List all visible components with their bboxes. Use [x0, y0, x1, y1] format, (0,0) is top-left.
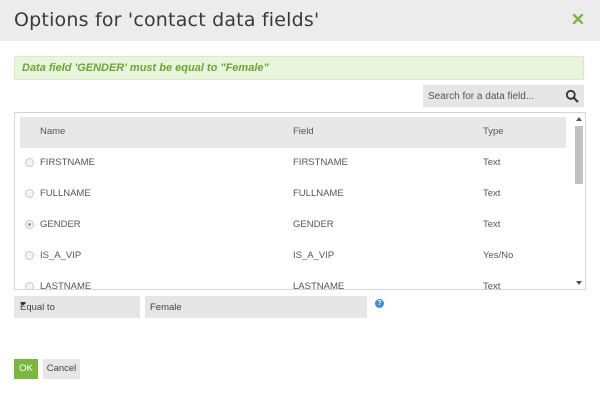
row-radio[interactable] — [25, 158, 34, 167]
search-icon[interactable] — [565, 89, 579, 103]
row-radio-selected[interactable] — [25, 220, 34, 229]
search-box — [423, 85, 584, 107]
column-header-name: Name — [40, 126, 66, 137]
condition-value-input[interactable] — [145, 296, 367, 318]
row-radio[interactable] — [25, 251, 34, 260]
chevron-down-icon — [20, 302, 26, 306]
scroll-down-icon[interactable] — [576, 281, 582, 285]
row-type: Text — [483, 219, 501, 230]
notice-text: Data field 'GENDER' must be equal to "Fe… — [22, 62, 269, 74]
close-icon[interactable] — [570, 11, 586, 27]
table-header: Name Field Type — [20, 117, 566, 148]
search-input[interactable] — [423, 85, 561, 107]
operator-select[interactable]: Equal to — [14, 296, 140, 318]
row-field: LASTNAME — [293, 281, 345, 290]
row-type: Yes/No — [483, 250, 514, 261]
table-row[interactable]: FULLNAME FULLNAME Text — [20, 179, 566, 210]
data-fields-table: Name Field Type FIRSTNAME FIRSTNAME Text… — [14, 112, 586, 290]
column-header-field: Field — [293, 126, 314, 137]
row-radio[interactable] — [25, 282, 34, 289]
condition-notice: Data field 'GENDER' must be equal to "Fe… — [14, 56, 584, 80]
row-field: IS_A_VIP — [293, 250, 335, 261]
table-scrollbar[interactable] — [574, 114, 584, 288]
dialog-title: Options for 'contact data fields' — [14, 9, 320, 31]
row-type: Text — [483, 281, 501, 290]
row-field: GENDER — [293, 219, 334, 230]
row-name: FIRSTNAME — [40, 157, 95, 168]
cancel-button[interactable]: Cancel — [43, 359, 80, 379]
row-field: FIRSTNAME — [293, 157, 348, 168]
table-row[interactable]: FIRSTNAME FIRSTNAME Text — [20, 148, 566, 179]
row-type: Text — [483, 157, 501, 168]
scrollbar-thumb[interactable] — [575, 126, 583, 184]
scroll-up-icon[interactable] — [576, 117, 582, 121]
column-header-type: Type — [483, 126, 504, 137]
row-radio[interactable] — [25, 189, 34, 198]
ok-button[interactable]: OK — [14, 359, 38, 379]
row-name: FULLNAME — [40, 188, 91, 199]
help-icon[interactable]: ? — [375, 299, 384, 308]
table-row[interactable]: GENDER GENDER Text — [20, 210, 566, 241]
table-row[interactable]: LASTNAME LASTNAME Text — [20, 272, 566, 290]
dialog-header: Options for 'contact data fields' — [0, 0, 600, 41]
row-name: GENDER — [40, 219, 81, 230]
row-type: Text — [483, 188, 501, 199]
row-field: FULLNAME — [293, 188, 344, 199]
table-row[interactable]: IS_A_VIP IS_A_VIP Yes/No — [20, 241, 566, 272]
row-name: LASTNAME — [40, 281, 92, 290]
row-name: IS_A_VIP — [40, 250, 82, 261]
